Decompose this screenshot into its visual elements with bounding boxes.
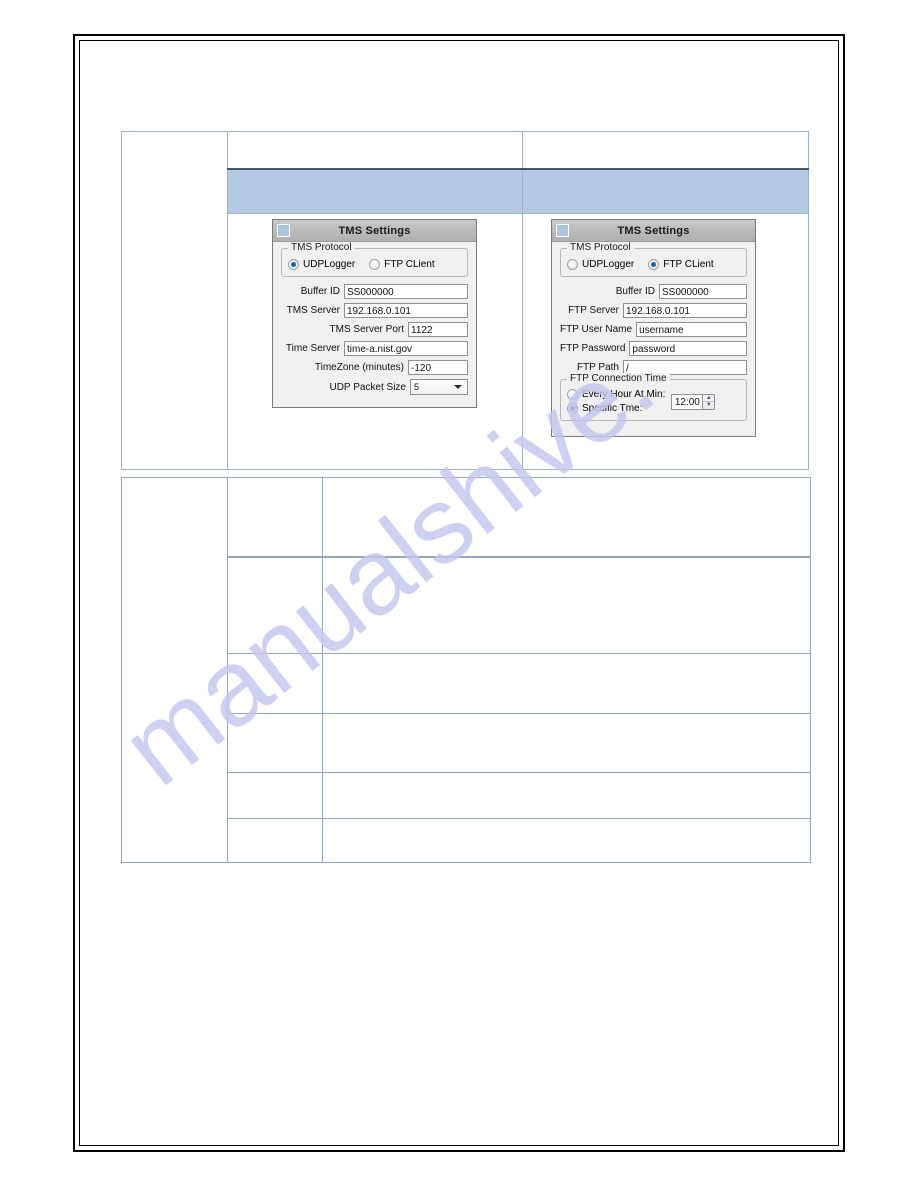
spinner-down-icon[interactable]: ▼ [703,402,714,409]
tms-server-port-input[interactable]: 1122 [408,322,468,337]
field-label: TimeZone (minutes) [314,362,404,373]
table-cell-param [227,653,323,714]
table-cell-param [227,477,323,558]
table-cell-description [322,477,811,558]
dialog-body: TMS Protocol UDPLogger FTP CLient Buffer… [552,242,755,436]
table-cell-screenshot-ftp: TMS Settings TMS Protocol UDPLogger FTP … [522,213,809,470]
radio-udplogger[interactable]: UDPLogger [288,259,355,270]
table-cell-description [322,818,811,863]
screenshot-clip-ftp: TMS Settings TMS Protocol UDPLogger FTP … [523,214,808,469]
table-cell-header-mid [227,168,523,214]
groupbox-legend: TMS Protocol [288,242,355,253]
field-label: FTP User Name [560,324,633,335]
tms-protocol-groupbox: TMS Protocol UDPLogger FTP CLient [560,242,747,277]
table-row [121,477,811,863]
field-label: FTP Password [560,343,626,354]
field-label: FTP Server [568,305,619,316]
radio-label: Specific Tme: [582,403,643,414]
radio-label: FTP CLient [384,259,435,270]
table-cell-screenshot-udp: TMS Settings TMS Protocol UDPLogger FTP … [227,213,523,470]
table-cell-param [227,713,323,773]
radio-unselected-icon [369,259,381,270]
dialog-titlebar: TMS Settings [273,220,476,242]
tms-settings-dialog-ftp[interactable]: TMS Settings TMS Protocol UDPLogger FTP … [551,219,756,437]
screenshot-clip-udp: TMS Settings TMS Protocol UDPLogger FTP … [228,214,522,469]
field-label: FTP Path [576,362,619,373]
table-row [121,131,809,470]
radio-selected-icon [648,259,660,270]
tms-protocol-groupbox: TMS Protocol UDPLogger FTP CLient [281,242,468,277]
table-cell-param [227,556,323,654]
field-row-ftp-username: FTP User Name username [560,322,747,337]
radio-specific-time[interactable]: Specific Tme: [567,403,665,414]
radio-ftpclient[interactable]: FTP CLient [369,259,435,270]
chevron-down-icon [454,385,462,389]
radio-label: Every Hour At Min: [582,389,666,400]
field-label: Buffer ID [300,286,340,297]
radio-selected-icon [567,403,578,414]
tms-settings-dialog-udp[interactable]: TMS Settings TMS Protocol UDPLogger FTP … [272,219,477,408]
radio-unselected-icon [567,259,578,270]
buffer-id-input[interactable]: SS000000 [344,284,468,299]
description-table [121,477,811,863]
groupbox-legend: TMS Protocol [567,242,634,253]
table-cell-description [322,556,811,654]
dialog-title: TMS Settings [338,224,411,237]
timezone-input[interactable]: -120 [408,360,468,375]
dialog-titlebar: TMS Settings [552,220,755,242]
field-row-timezone: TimeZone (minutes) -120 [281,360,468,375]
field-row-tms-server: TMS Server 192.168.0.101 [281,303,468,318]
dialog-body: TMS Protocol UDPLogger FTP CLient Buffer… [273,242,476,407]
table-cell-left-label [121,131,228,470]
ftp-password-input[interactable]: password [629,341,747,356]
time-spinner-value[interactable]: 12:00 [671,393,704,410]
time-spinner[interactable]: 12:00 ▲ ▼ [671,393,716,410]
groupbox-legend: FTP Connection Time [567,373,670,384]
field-row-ftp-server: FTP Server 192.168.0.101 [560,303,747,318]
time-spinner-buttons[interactable]: ▲ ▼ [703,393,716,410]
table-cell-left-label [121,477,228,863]
table-cell-description [322,772,811,819]
radio-unselected-icon [567,389,578,400]
table-cell-blank-mid [227,131,523,170]
table-cell-param [227,818,323,863]
field-row-udp-packet-size: UDP Packet Size 5 [281,379,468,395]
ftp-server-input[interactable]: 192.168.0.101 [623,303,747,318]
field-label: Buffer ID [615,286,655,297]
field-row-tms-server-port: TMS Server Port 1122 [281,322,468,337]
radio-every-hour-at-min[interactable]: Every Hour At Min: [567,389,665,400]
radio-udplogger[interactable]: UDPLogger [567,259,634,270]
time-server-input[interactable]: time-a.nist.gov [344,341,468,356]
ftp-connection-time-groupbox: FTP Connection Time Every Hour At Min: S… [560,373,747,421]
udp-packet-size-select[interactable]: 5 [410,379,468,395]
table-cell-param [227,772,323,819]
spinner-up-icon[interactable]: ▲ [703,395,715,402]
field-row-buffer-id: Buffer ID SS000000 [560,284,747,299]
field-label: TMS Server [286,305,340,316]
radio-ftpclient[interactable]: FTP CLient [648,259,714,270]
field-row-time-server: Time Server time-a.nist.gov [281,341,468,356]
radio-label: UDPLogger [582,259,635,270]
buffer-id-input[interactable]: SS000000 [659,284,747,299]
select-value: 5 [414,382,420,392]
radio-label: UDPLogger [303,259,356,270]
tms-server-input[interactable]: 192.168.0.101 [344,303,468,318]
table-cell-description [322,713,811,773]
table-cell-description [322,653,811,714]
table-cell-blank-right [522,131,809,170]
field-label: TMS Server Port [329,324,404,335]
radio-selected-icon [288,259,299,270]
table-cell-header-right [522,168,809,214]
field-label: UDP Packet Size [329,381,406,393]
radio-label: FTP CLient [663,259,714,270]
field-label: Time Server [285,343,340,354]
field-row-buffer-id: Buffer ID SS000000 [281,284,468,299]
screenshot-comparison-table: TMS Settings TMS Protocol UDPLogger FTP … [121,131,809,470]
ftp-username-input[interactable]: username [636,322,747,337]
field-row-ftp-password: FTP Password password [560,341,747,356]
dialog-title: TMS Settings [617,224,690,237]
